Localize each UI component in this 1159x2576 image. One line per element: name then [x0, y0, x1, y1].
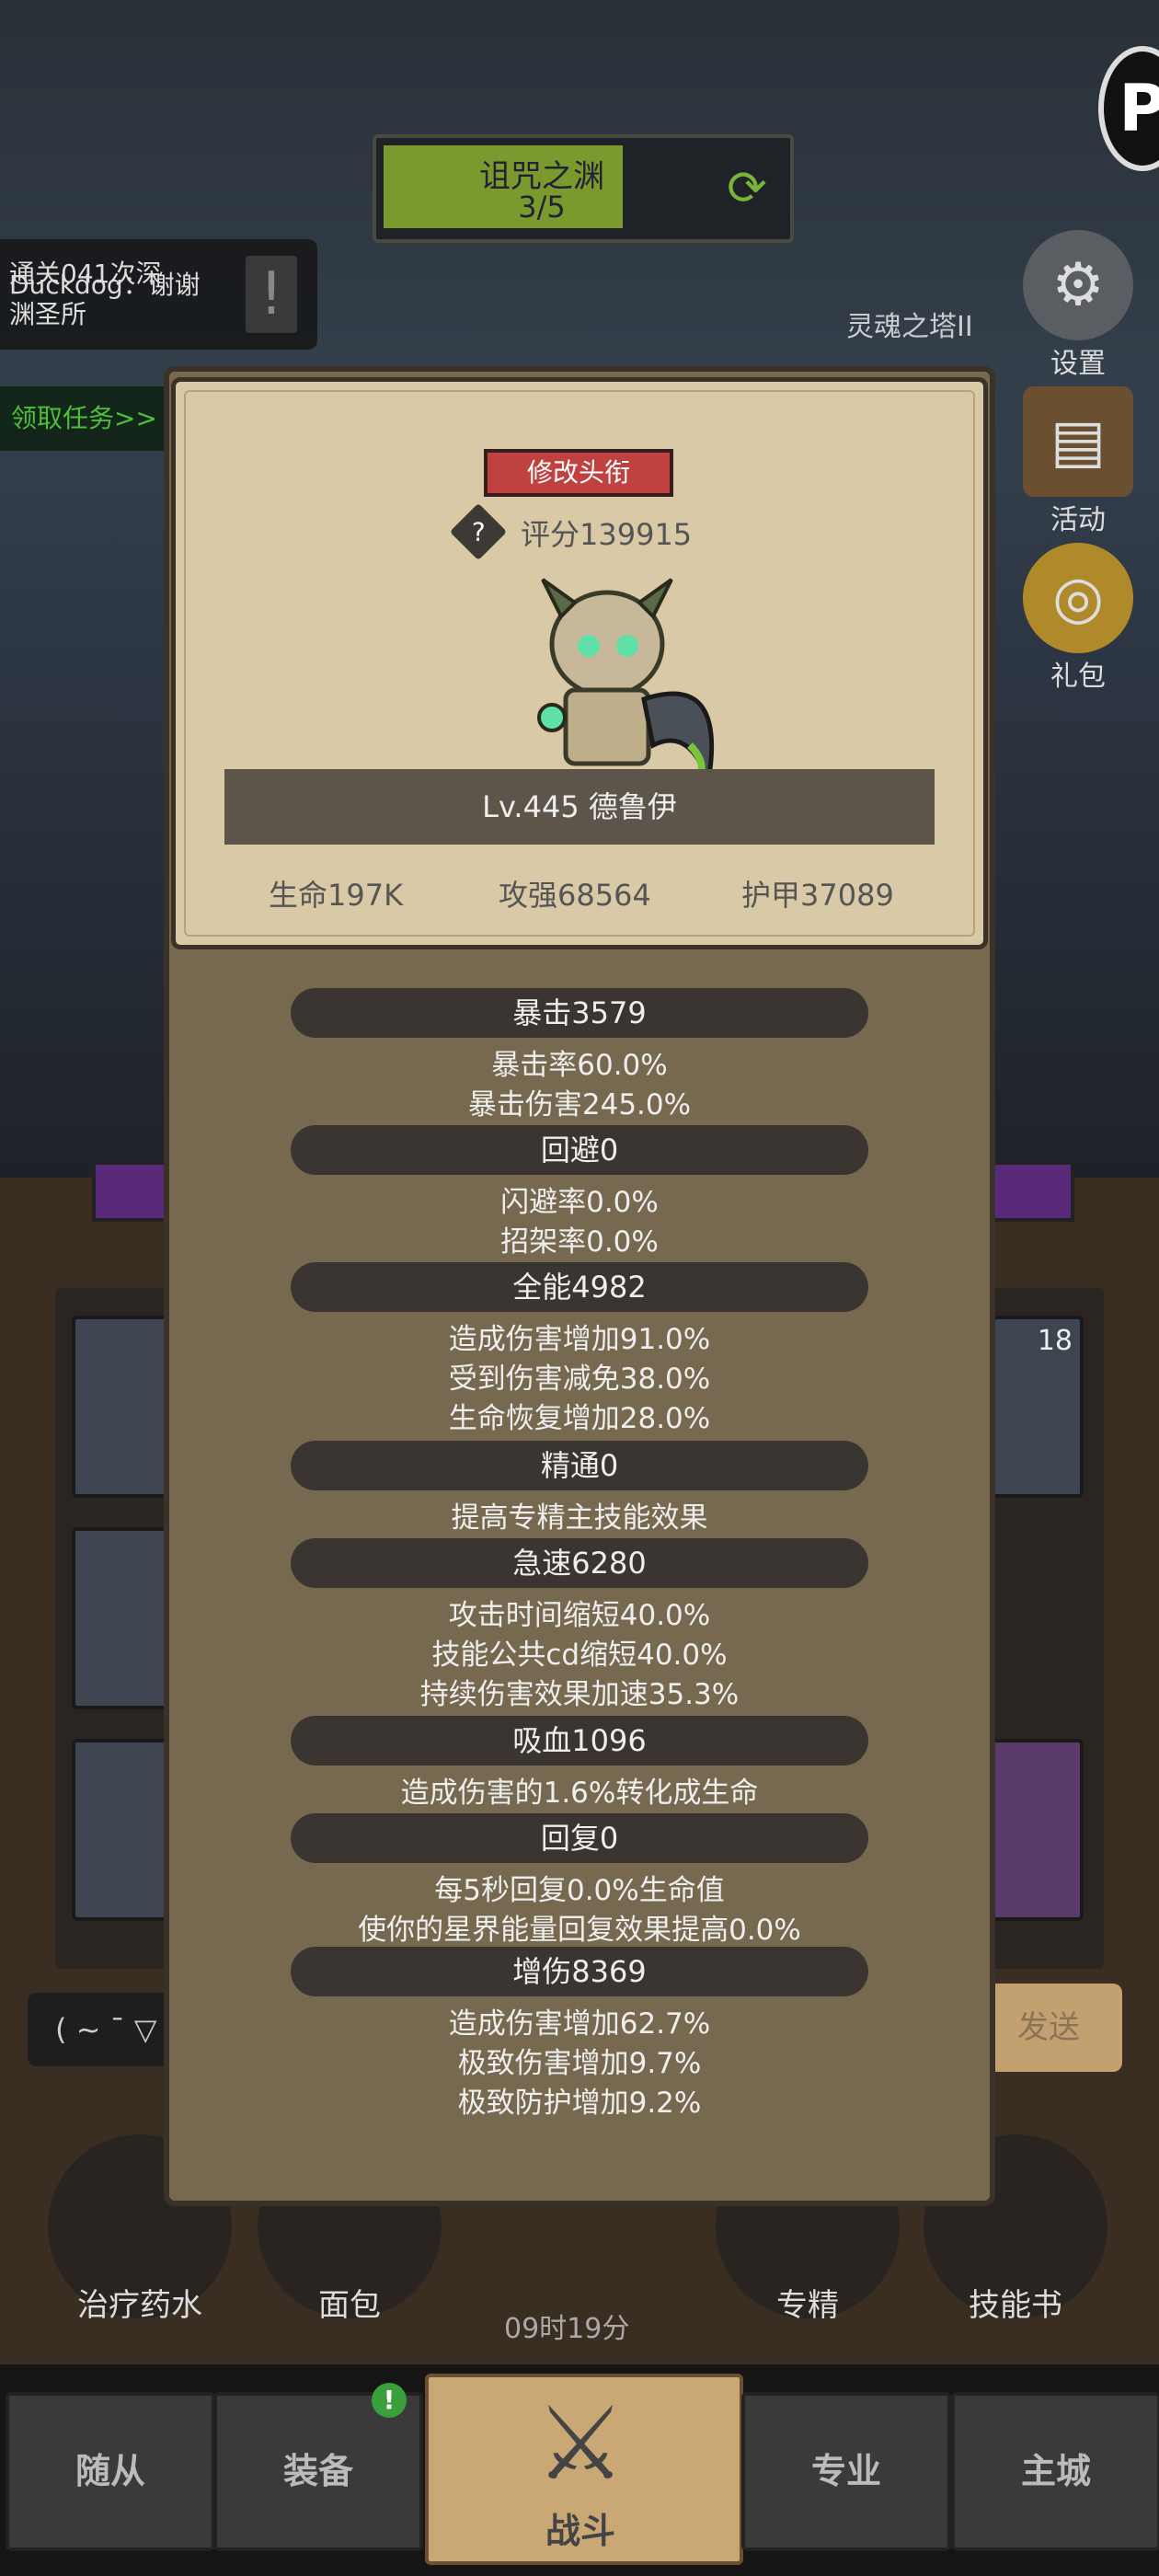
level-name: Lv.445 德鲁伊: [224, 769, 935, 845]
crossed-swords-icon: ⚔: [534, 2385, 626, 2502]
attribute-detail: 造成伤害增加91.0%: [448, 1323, 711, 1356]
attribute-detail: 造成伤害增加62.7%: [448, 2007, 711, 2041]
attribute-detail: 受到伤害减免38.0%: [448, 1363, 711, 1396]
tab-profession[interactable]: 专业: [741, 2392, 951, 2551]
events-button[interactable]: ▤ 活动: [1014, 386, 1142, 537]
dungeon-count: 3/5: [518, 190, 566, 224]
skillbook-label: 技能书: [969, 2287, 1062, 2324]
gear-icon: ⚙: [1023, 230, 1133, 340]
gift-label: 礼包: [1050, 661, 1106, 693]
tab-followers[interactable]: 随从: [6, 2392, 215, 2551]
attribute-detail: 招架率0.0%: [500, 1225, 659, 1259]
tab-battle-label: 战斗: [545, 2511, 615, 2551]
timer: 09时19分: [504, 2313, 630, 2345]
attribute-detail: 持续伤害效果加速35.3%: [419, 1678, 740, 1711]
gift-button[interactable]: ◎ 礼包: [1014, 543, 1142, 694]
dungeon-progress[interactable]: 诅咒之渊 3/5 ⟳: [373, 134, 794, 243]
change-title-button[interactable]: 修改头衔: [484, 449, 673, 497]
alert-icon: !: [246, 256, 297, 333]
notification-badge: !: [372, 2383, 407, 2418]
tab-city[interactable]: 主城: [951, 2392, 1159, 2551]
evasion-header: 回避0: [291, 1125, 868, 1175]
attribute-detail: 技能公共cd缩短40.0%: [431, 1639, 728, 1672]
lifesteal-header: 吸血1096: [291, 1716, 868, 1765]
attribute-detail: 使你的星界能量回复效果提高0.0%: [358, 1914, 801, 1947]
armor-stat: 护甲37089: [741, 878, 894, 913]
slot-count: 18: [1037, 1325, 1073, 1357]
attribute-detail: 提高专精主技能效果: [451, 1501, 708, 1535]
send-button[interactable]: 发送: [975, 1984, 1122, 2072]
damage-bonus-header: 增伤8369: [291, 1947, 868, 1996]
attribute-detail: 暴击伤害245.0%: [467, 1088, 692, 1121]
scroll-icon: ▤: [1023, 386, 1133, 497]
bread-label: 面包: [318, 2287, 381, 2324]
settings-button[interactable]: ⚙ 设置: [1014, 230, 1142, 381]
score: 评分139915: [521, 517, 693, 552]
attribute-detail: 极致伤害增加9.7%: [457, 2047, 702, 2080]
attribute-detail: 每5秒回复0.0%生命值: [434, 1874, 725, 1907]
hp-stat: 生命197K: [269, 878, 404, 913]
tower-label[interactable]: 灵魂之塔II: [846, 304, 973, 344]
attribute-detail: 攻击时间缩短40.0%: [448, 1599, 711, 1632]
attribute-detail: 闪避率0.0%: [500, 1186, 659, 1219]
quest-link[interactable]: 领取任务>>: [0, 386, 186, 451]
crit-header: 暴击3579: [291, 988, 868, 1038]
gift-icon: ◎: [1023, 543, 1133, 653]
attack-stat: 攻强68564: [499, 878, 651, 913]
specialization-label: 专精: [776, 2287, 839, 2324]
chat-line: 渊圣所: [9, 299, 87, 329]
events-label: 活动: [1050, 504, 1106, 536]
settings-label: 设置: [1050, 348, 1106, 380]
attribute-detail: 生命恢复增加28.0%: [448, 1402, 711, 1435]
versatility-header: 全能4982: [291, 1262, 868, 1312]
potion-label: 治疗药水: [77, 2287, 202, 2324]
refresh-icon[interactable]: ⟳: [717, 158, 777, 219]
attribute-detail: 暴击率60.0%: [491, 1049, 668, 1082]
mastery-header: 精通0: [291, 1441, 868, 1490]
regen-header: 回复0: [291, 1813, 868, 1863]
hero-portrait: [537, 578, 715, 782]
haste-header: 急速6280: [291, 1538, 868, 1588]
chat-box[interactable]: 通关041次深 Duckdog：谢谢 渊圣所 !: [0, 239, 317, 350]
attribute-detail: 造成伤害的1.6%转化成生命: [400, 1777, 759, 1810]
attribute-detail: 极致防护增加9.2%: [457, 2087, 702, 2120]
